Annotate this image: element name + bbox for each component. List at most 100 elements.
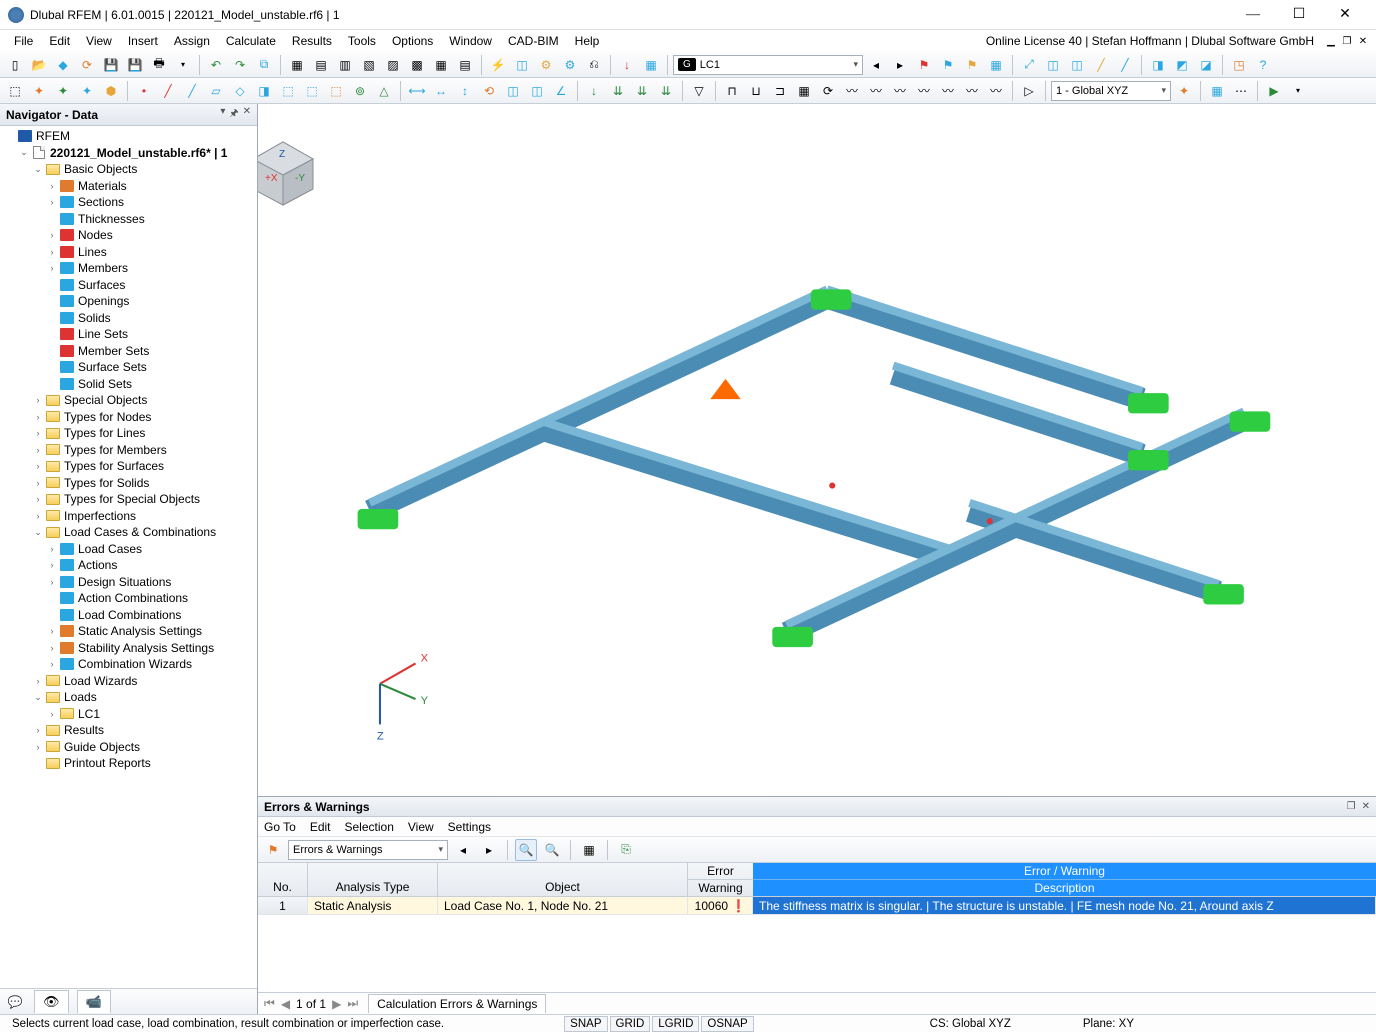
table4-icon[interactable]: ▧ [358, 54, 380, 76]
tree-item[interactable]: ⌄Basic Objects [0, 161, 257, 178]
tree-item[interactable]: ›Stability Analysis Settings [0, 640, 257, 657]
viewport-3d[interactable]: X Y Z +X -Y Z [258, 104, 1376, 796]
col-error-warning[interactable]: Error Warning [688, 863, 753, 896]
show11-icon[interactable]: 〰 [961, 80, 983, 102]
calc3-icon[interactable]: ⚙ [559, 54, 581, 76]
tree-item[interactable]: ›Lines [0, 244, 257, 261]
node-icon[interactable]: • [133, 80, 155, 102]
dim2-icon[interactable]: ↔ [430, 80, 452, 102]
close-button[interactable]: ✕ [1322, 0, 1368, 30]
last-page-icon[interactable]: ⏭ [347, 996, 358, 1011]
mem-icon[interactable]: ╱ [181, 80, 203, 102]
play-icon[interactable]: ▶ [1263, 80, 1285, 102]
new-icon[interactable]: ▯ [4, 54, 26, 76]
show10-icon[interactable]: 〰 [937, 80, 959, 102]
navigator-float-icon[interactable]: ▾ [220, 106, 225, 123]
tree-item[interactable]: Solid Sets [0, 376, 257, 393]
err-menu-edit[interactable]: Edit [310, 820, 331, 834]
menu-cadbim[interactable]: CAD-BIM [500, 32, 567, 50]
err-combo[interactable]: Errors & Warnings ▾ [288, 840, 448, 860]
tree-item[interactable]: ›Types for Special Objects [0, 491, 257, 508]
navigator-tree[interactable]: RFEM⌄220121_Model_unstable.rf6* | 1⌄Basi… [0, 126, 257, 988]
tree-item[interactable]: ⌄Load Cases & Combinations [0, 524, 257, 541]
cs-combo[interactable]: 1 - Global XYZ ▾ [1051, 81, 1171, 101]
surf-icon[interactable]: ▱ [205, 80, 227, 102]
col-description[interactable]: Error / Warning Description [753, 863, 1376, 896]
support-icon[interactable]: △ [373, 80, 395, 102]
set3-icon[interactable]: ⬚ [325, 80, 347, 102]
mdi-minimize-icon[interactable]: ▁ [1324, 34, 1338, 48]
tree-item[interactable]: ›Results [0, 722, 257, 739]
view-icon[interactable]: ◫ [1042, 54, 1064, 76]
status-grid[interactable]: GRID [610, 1016, 651, 1032]
nav-tab-visible[interactable]: 👁 [34, 990, 69, 1013]
pin1-icon[interactable]: ⚑ [913, 54, 935, 76]
mdi-close-icon[interactable]: ✕ [1356, 34, 1370, 48]
next-page-icon[interactable]: ▶ [332, 997, 341, 1011]
saveall-icon[interactable]: 💾 [124, 54, 146, 76]
next-icon[interactable]: ▸ [889, 54, 911, 76]
render-icon[interactable]: ◨ [1147, 54, 1169, 76]
menu-view[interactable]: View [78, 32, 120, 50]
copy-icon[interactable]: ⧉ [253, 54, 275, 76]
pin3-icon[interactable]: ⚑ [961, 54, 983, 76]
errors-close-icon[interactable]: ✕ [1362, 801, 1370, 812]
show7-icon[interactable]: 〰 [865, 80, 887, 102]
solid-icon[interactable]: ◨ [253, 80, 275, 102]
tree-item[interactable]: Solids [0, 310, 257, 327]
dim3-icon[interactable]: ↕ [454, 80, 476, 102]
grid-icon[interactable]: ▦ [1206, 80, 1228, 102]
axes-icon[interactable]: ⤢ [1018, 54, 1040, 76]
err-zoom1-icon[interactable]: 🔍 [515, 839, 537, 861]
menu-results[interactable]: Results [284, 32, 340, 50]
redo-icon[interactable]: ↷ [229, 54, 251, 76]
calc-icon[interactable]: ⚡ [487, 54, 509, 76]
menu-help[interactable]: Help [567, 32, 608, 50]
sel4-icon[interactable]: ✦ [76, 80, 98, 102]
col-object[interactable]: Object [438, 863, 688, 896]
tree-item[interactable]: ⌄Loads [0, 689, 257, 706]
status-osnap[interactable]: OSNAP [701, 1016, 753, 1032]
obj-icon[interactable]: ⬢ [100, 80, 122, 102]
errors-float-icon[interactable]: ❐ [1347, 801, 1356, 812]
err-menu-view[interactable]: View [408, 820, 434, 834]
tree-item[interactable]: ›Design Situations [0, 574, 257, 591]
tree-item[interactable]: Surfaces [0, 277, 257, 294]
col-no[interactable]: No. [258, 863, 308, 896]
box-icon[interactable]: ◳ [1228, 54, 1250, 76]
set2-icon[interactable]: ⬚ [301, 80, 323, 102]
load4-icon[interactable]: ⇊ [655, 80, 677, 102]
tree-item[interactable]: Load Combinations [0, 607, 257, 624]
view2-icon[interactable]: ◫ [1066, 54, 1088, 76]
prev-icon[interactable]: ◂ [865, 54, 887, 76]
tool-a[interactable]: ▦ [985, 54, 1007, 76]
show9-icon[interactable]: 〰 [913, 80, 935, 102]
err-menu-goto[interactable]: Go To [264, 820, 296, 834]
dim7-icon[interactable]: ∠ [550, 80, 572, 102]
tree-item[interactable]: ›Types for Members [0, 442, 257, 459]
show6-icon[interactable]: 〰 [841, 80, 863, 102]
table2-icon[interactable]: ▤ [310, 54, 332, 76]
save-icon[interactable]: 💾 [100, 54, 122, 76]
table5-icon[interactable]: ▨ [382, 54, 404, 76]
show3-icon[interactable]: ⊐ [769, 80, 791, 102]
set-icon[interactable]: ⬚ [277, 80, 299, 102]
tree-item[interactable]: ›Actions [0, 557, 257, 574]
menu-window[interactable]: Window [441, 32, 500, 50]
results-icon[interactable]: ▦ [640, 54, 662, 76]
render3-icon[interactable]: ◪ [1195, 54, 1217, 76]
err-next-icon[interactable]: ▸ [478, 839, 500, 861]
dim4-icon[interactable]: ⟲ [478, 80, 500, 102]
tree-item[interactable]: ›Types for Solids [0, 475, 257, 492]
tree-item[interactable]: ›Guide Objects [0, 739, 257, 756]
show4-icon[interactable]: ▦ [793, 80, 815, 102]
errors-grid[interactable]: No. Analysis Type Object Error Warning E… [258, 863, 1376, 992]
show12-icon[interactable]: 〰 [985, 80, 1007, 102]
cs-icon[interactable]: ✦ [1173, 80, 1195, 102]
tree-item[interactable]: ›Members [0, 260, 257, 277]
maximize-button[interactable]: ☐ [1276, 0, 1322, 30]
menu-assign[interactable]: Assign [166, 32, 218, 50]
anim-icon[interactable]: ▷ [1018, 80, 1040, 102]
err-menu-settings[interactable]: Settings [448, 820, 491, 834]
table-icon[interactable]: ▦ [286, 54, 308, 76]
